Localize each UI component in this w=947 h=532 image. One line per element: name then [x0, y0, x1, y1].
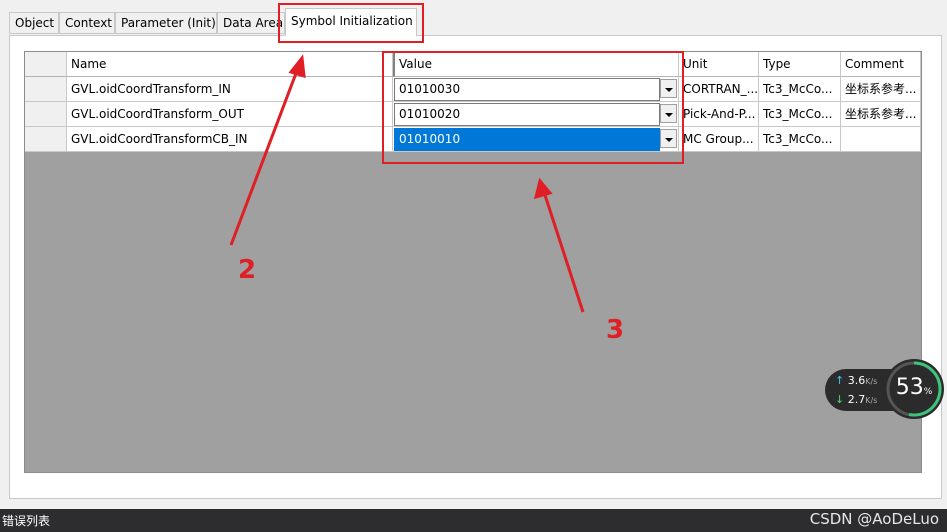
- download-speed-unit: K/s: [865, 396, 878, 405]
- watermark: CSDN @AoDeLuo: [809, 510, 939, 528]
- arrow-3-line: [542, 191, 585, 313]
- arrow-2-line: [229, 67, 300, 246]
- annotation-arrows: [229, 54, 585, 313]
- tab-symbol-initialization[interactable]: Symbol Initialization: [285, 8, 417, 36]
- annotation-label-3: 3: [606, 315, 625, 345]
- upload-arrow-icon: ↑: [835, 374, 845, 387]
- upload-speed-unit: K/s: [865, 377, 878, 386]
- gauge-percent: 53%: [895, 375, 933, 400]
- cpu-gauge[interactable]: 53%: [884, 359, 944, 419]
- arrow-2-head-icon: [288, 54, 306, 79]
- download-speed-value: 2.7: [847, 393, 866, 406]
- upload-speed: ↑ 3.6K/s: [835, 374, 877, 387]
- status-bar: 错误列表 CSDN @AoDeLuo: [0, 509, 947, 532]
- annotation-label-2: 2: [238, 255, 257, 285]
- download-arrow-icon: ↓: [835, 393, 845, 406]
- download-speed: ↓ 2.7K/s: [835, 393, 877, 406]
- upload-speed-value: 3.6: [847, 374, 866, 387]
- arrow-3-head-icon: [533, 177, 553, 200]
- error-list-tab[interactable]: 错误列表: [2, 512, 50, 529]
